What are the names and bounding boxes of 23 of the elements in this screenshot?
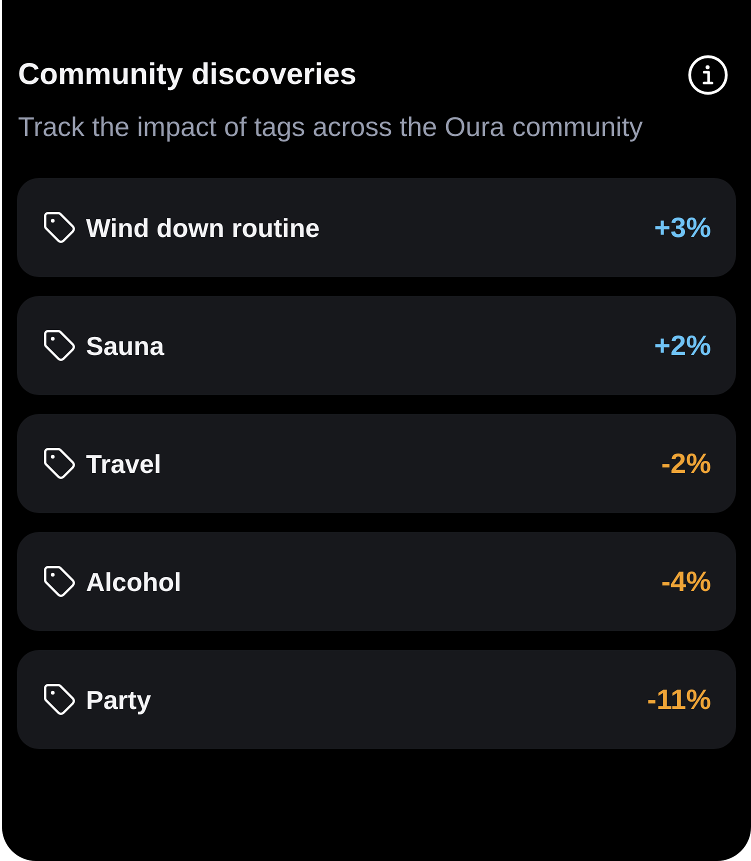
tag-label: Sauna: [86, 330, 164, 362]
impact-value: +2%: [654, 328, 711, 362]
tag-label: Wind down routine: [86, 212, 320, 244]
tag-icon: [44, 212, 75, 243]
info-icon[interactable]: [688, 55, 728, 95]
impact-value: -4%: [661, 564, 711, 598]
tag-card[interactable]: Travel -2%: [17, 414, 736, 513]
tag-icon: [44, 684, 75, 715]
tag-card[interactable]: Alcohol -4%: [17, 532, 736, 631]
tag-card[interactable]: Wind down routine +3%: [17, 178, 736, 277]
tag-label: Travel: [86, 448, 162, 480]
tag-label: Party: [86, 684, 152, 716]
impact-value: +3%: [654, 210, 711, 244]
tag-icon: [44, 330, 75, 361]
section-subtitle: Track the impact of tags across the Oura community: [17, 112, 644, 142]
tag-card[interactable]: Sauna +2%: [17, 296, 736, 395]
tag-icon: [44, 566, 75, 597]
tag-label: Alcohol: [86, 566, 182, 598]
tag-card[interactable]: Party -11%: [17, 650, 736, 749]
tag-icon: [44, 448, 75, 479]
impact-value: -11%: [647, 682, 711, 716]
section-title: Community discoveries: [18, 57, 356, 93]
impact-value: -2%: [661, 446, 711, 480]
